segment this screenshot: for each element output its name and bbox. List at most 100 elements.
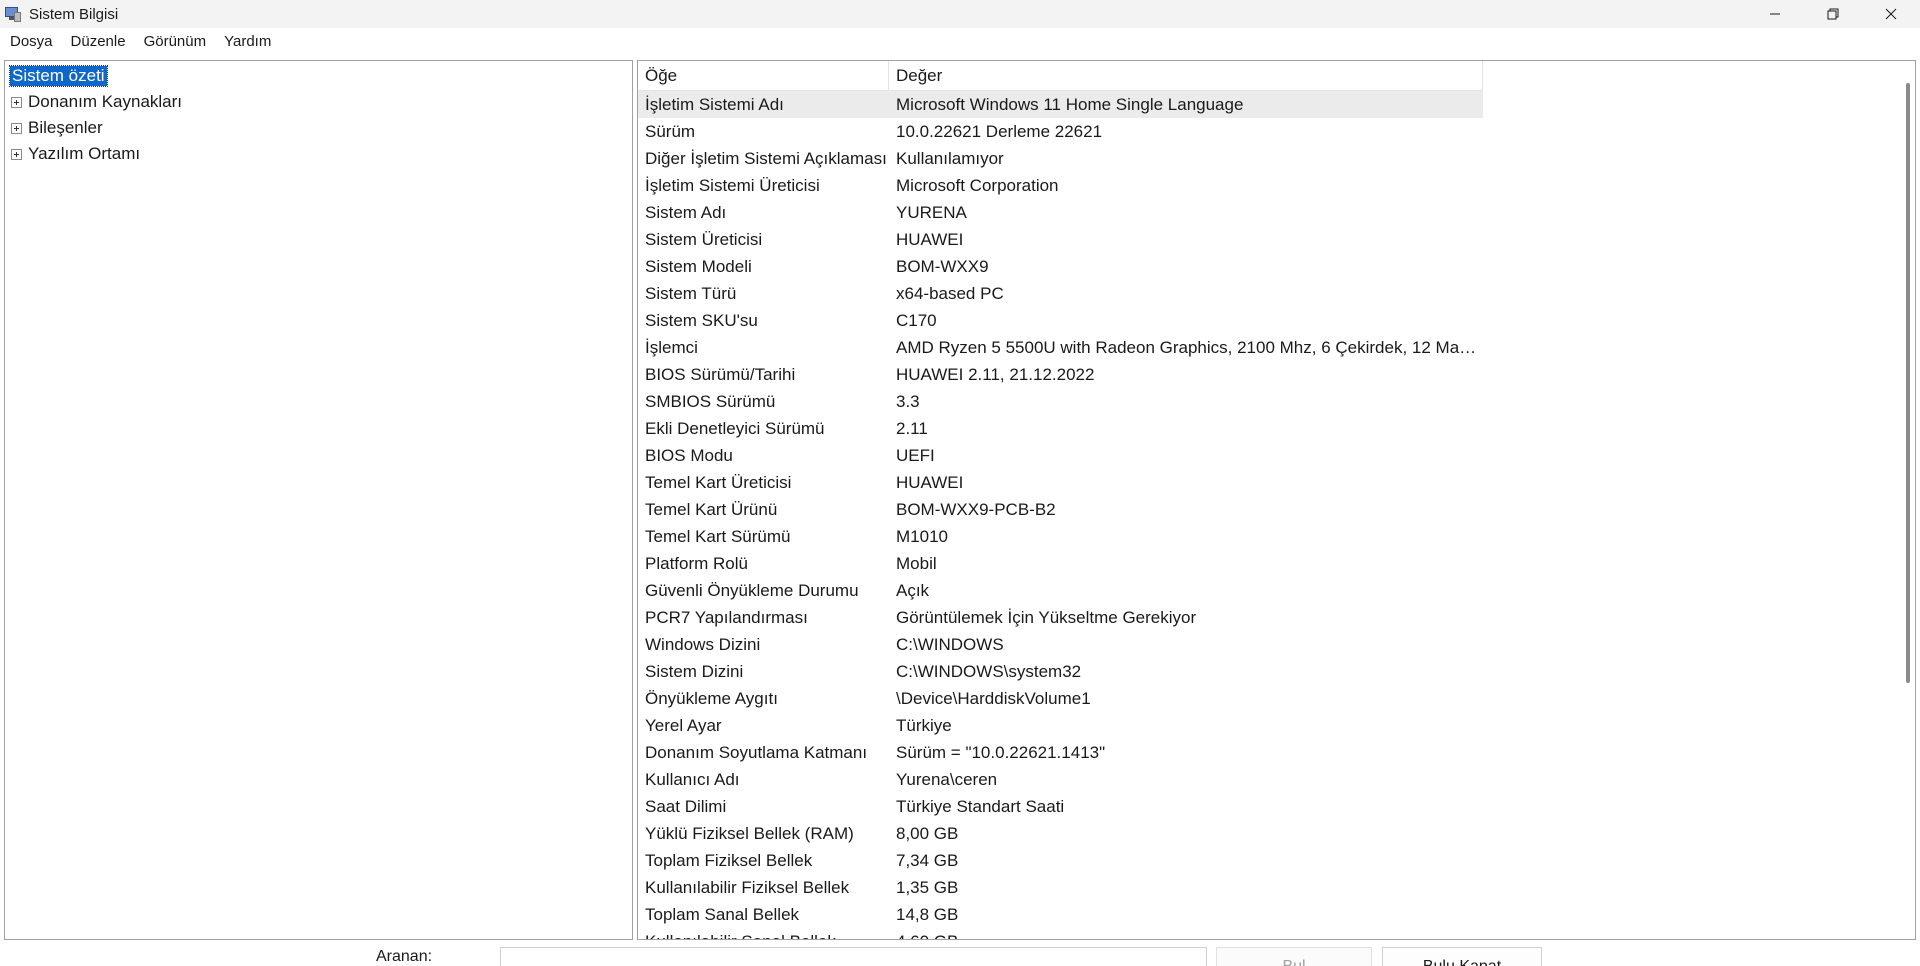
restore-button[interactable]	[1804, 0, 1862, 28]
minimize-button[interactable]	[1746, 0, 1804, 28]
table-row[interactable]: Temel Kart Üreticisi HUAWEI	[638, 469, 1483, 496]
system-info-app-icon	[5, 6, 21, 22]
column-header-item[interactable]: Öğe	[638, 61, 889, 91]
item-cell: Yüklü Fiziksel Bellek (RAM)	[645, 823, 854, 843]
item-cell: İşletim Sistemi Üreticisi	[645, 175, 820, 195]
search-input[interactable]	[500, 947, 1207, 966]
value-cell: Sürüm = "10.0.22621.1413"	[896, 742, 1106, 762]
scrollbar-thumb[interactable]	[1906, 83, 1910, 683]
tree-item-components[interactable]: Bileşenler	[11, 116, 103, 140]
table-row[interactable]: Sistem SKU'su C170	[638, 307, 1483, 334]
table-row[interactable]: Kullanılabilir Fiziksel Bellek 1,35 GB	[638, 874, 1483, 901]
close-button[interactable]	[1862, 0, 1920, 28]
window-controls	[1746, 0, 1920, 28]
tree-item-label: Bileşenler	[28, 118, 103, 137]
table-row[interactable]: Ekli Denetleyici Sürümü 2.11	[638, 415, 1483, 442]
value-cell: 10.0.22621 Derleme 22621	[896, 121, 1103, 141]
value-cell: C:\WINDOWS	[896, 634, 1004, 654]
item-cell: Platform Rolü	[645, 553, 748, 573]
item-cell: Sistem SKU'su	[645, 310, 758, 330]
vertical-scrollbar[interactable]	[1899, 61, 1915, 939]
value-cell: HUAWEI 2.11, 21.12.2022	[896, 364, 1095, 384]
value-cell: x64-based PC	[896, 283, 1004, 303]
table-row[interactable]: İşletim Sistemi Üreticisi Microsoft Corpo…	[638, 172, 1483, 199]
item-cell: Sistem Üreticisi	[645, 229, 763, 249]
menu-view[interactable]: Görünüm	[144, 33, 207, 50]
expand-icon[interactable]	[11, 122, 22, 134]
item-cell: BIOS Modu	[645, 445, 733, 465]
value-cell: Yurena\ceren	[896, 769, 998, 789]
item-cell: Sistem Dizini	[645, 661, 744, 681]
table-row[interactable]: Kullanıcı Adı Yurena\ceren	[638, 766, 1483, 793]
value-cell: Mobil	[896, 553, 937, 573]
item-cell: Sistem Adı	[645, 202, 727, 222]
item-cell: Sistem Modeli	[645, 256, 752, 276]
table-row[interactable]: BIOS Sürümü/Tarihi HUAWEI 2.11, 21.12.202…	[638, 361, 1483, 388]
item-cell: Kullanılabilir Sanal Bellek	[638, 932, 889, 940]
table-row[interactable]: Toplam Fiziksel Bellek 7,34 GB	[638, 847, 1483, 874]
item-cell: SMBIOS Sürümü	[645, 391, 776, 411]
item-cell: Kullanıcı Adı	[645, 769, 740, 789]
value-cell: HUAWEI	[896, 229, 964, 249]
tree-item-hardware-resources[interactable]: Donanım Kaynakları	[11, 90, 182, 114]
value-cell: 1,35 GB	[896, 877, 959, 897]
menu-help[interactable]: Yardım	[224, 33, 271, 50]
table-row[interactable]: SMBIOS Sürümü 3.3	[638, 388, 1483, 415]
table-row[interactable]: Platform Rolü Mobil	[638, 550, 1483, 577]
item-cell: Yerel Ayar	[645, 715, 722, 735]
find-button-label: Bul	[1282, 958, 1305, 966]
value-cell: 7,34 GB	[896, 850, 959, 870]
table-row[interactable]: Sistem Türü x64-based PC	[638, 280, 1483, 307]
table-row[interactable]: Sürüm 10.0.22621 Derleme 22621	[638, 118, 1483, 145]
table-row[interactable]: Yerel Ayar Türkiye	[638, 712, 1483, 739]
title-bar: Sistem Bilgisi	[0, 0, 1920, 28]
tree-item-label: Donanım Kaynakları	[28, 92, 183, 111]
table-row[interactable]: Sistem Modeli BOM-WXX9	[638, 253, 1483, 280]
find-button[interactable]: Bul	[1216, 947, 1372, 966]
table-row[interactable]: Kullanılabilir Sanal Bellek4,60 GB	[638, 928, 1483, 940]
item-cell: Saat Dilimi	[645, 796, 727, 816]
table-row[interactable]: İşletim Sistemi Adı Microsoft Windows 11 …	[638, 91, 1483, 118]
close-find-button-label: Bulu Kapat	[1423, 958, 1501, 966]
tree-item-system-summary[interactable]: Sistem özeti	[9, 64, 108, 88]
value-cell: 8,00 GB	[896, 823, 959, 843]
table-row[interactable]: Temel Kart Sürümü M1010	[638, 523, 1483, 550]
tree-item-software-environment[interactable]: Yazılım Ortamı	[11, 142, 140, 166]
item-cell: Donanım Soyutlama Katmanı	[645, 742, 868, 762]
item-cell: Diğer İşletim Sistemi Açıklaması	[645, 148, 887, 168]
value-cell: Türkiye Standart Saati	[896, 796, 1065, 816]
item-cell: İşlemci	[645, 337, 698, 357]
table-row[interactable]: Yüklü Fiziksel Bellek (RAM) 8,00 GB	[638, 820, 1483, 847]
item-cell: Windows Dizini	[645, 634, 761, 654]
expand-icon[interactable]	[11, 96, 22, 108]
column-header-value[interactable]: Değer	[889, 61, 1483, 91]
value-cell: 2.11	[896, 418, 928, 438]
table-row[interactable]: PCR7 Yapılandırması Görüntülemek İçin Yük…	[638, 604, 1483, 631]
table-row[interactable]: Sistem Adı YURENA	[638, 199, 1483, 226]
menu-edit[interactable]: Düzenle	[71, 33, 126, 50]
minimize-icon	[1770, 13, 1780, 15]
value-cell: Açık	[896, 580, 930, 600]
value-cell: UEFI	[896, 445, 935, 465]
close-find-button[interactable]: Bulu Kapat	[1382, 947, 1542, 966]
item-cell: Sürüm	[645, 121, 696, 141]
close-icon	[1885, 8, 1897, 20]
table-row[interactable]: Toplam Sanal Bellek 14,8 GB	[638, 901, 1483, 928]
item-cell: Güvenli Önyükleme Durumu	[645, 580, 859, 600]
table-row[interactable]: Önyükleme Aygıtı \Device\HarddiskVolume1	[638, 685, 1483, 712]
table-row[interactable]: Güvenli Önyükleme Durumu Açık	[638, 577, 1483, 604]
table-row[interactable]: Windows Dizini C:\WINDOWS	[638, 631, 1483, 658]
menu-file[interactable]: Dosya	[10, 33, 53, 50]
table-row[interactable]: Diğer İşletim Sistemi Açıklaması Kullanıl…	[638, 145, 1483, 172]
value-cell: C:\WINDOWS\system32	[896, 661, 1082, 681]
table-row[interactable]: BIOS Modu UEFI	[638, 442, 1483, 469]
table-row[interactable]: Sistem Üreticisi HUAWEI	[638, 226, 1483, 253]
expand-icon[interactable]	[11, 148, 22, 160]
table-row[interactable]: Sistem Dizini C:\WINDOWS\system32	[638, 658, 1483, 685]
item-cell: Temel Kart Sürümü	[645, 526, 791, 546]
table-row[interactable]: İşlemci AMD Ryzen 5 5500U with Radeon Gra…	[638, 334, 1483, 361]
item-cell: Önyükleme Aygıtı	[645, 688, 778, 708]
table-row[interactable]: Donanım Soyutlama Katmanı Sürüm = "10.0.2…	[638, 739, 1483, 766]
table-row[interactable]: Saat Dilimi Türkiye Standart Saati	[638, 793, 1483, 820]
table-row[interactable]: Temel Kart Ürünü BOM-WXX9-PCB-B2	[638, 496, 1483, 523]
